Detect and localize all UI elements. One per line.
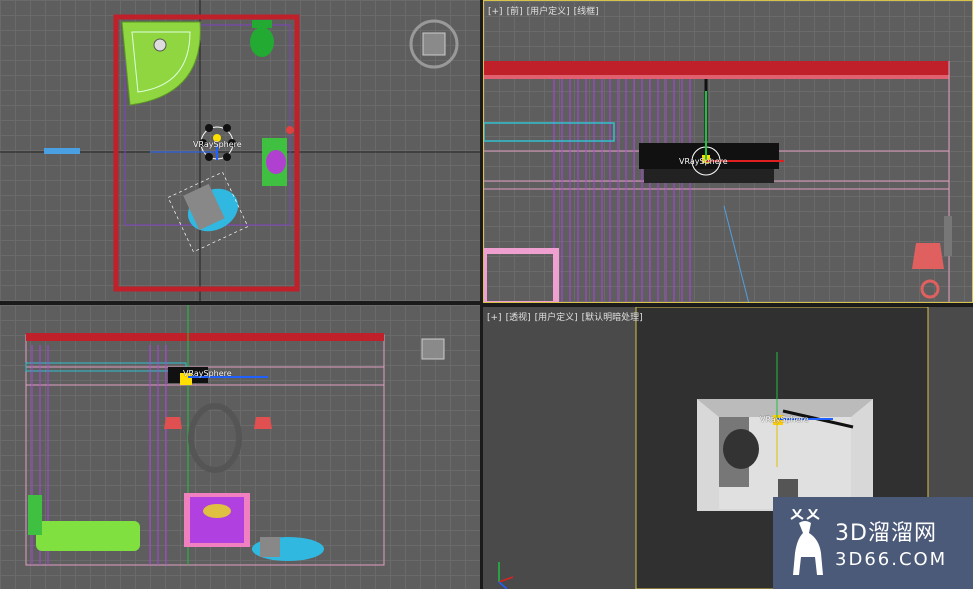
bathtub-left [28, 495, 140, 551]
viewport-left[interactable]: VRaySphere [0, 305, 480, 589]
viewport-left-scene [25, 305, 445, 566]
vanity-left [184, 493, 250, 547]
viewcube-top [409, 19, 459, 69]
viewcube-left [421, 338, 445, 360]
basin-shape [266, 150, 286, 174]
vp-menu-view[interactable]: [透视] [506, 313, 531, 323]
viewport-top[interactable]: VRaySphere [0, 0, 480, 301]
vp-menu-shading[interactable]: [线框] [574, 7, 599, 17]
bathtub-shape [121, 21, 201, 106]
vp-menu-shading[interactable]: [默认明暗处理] [582, 313, 643, 323]
vraysphere-label: VRaySphere [760, 415, 809, 424]
viewport-front-label[interactable]: [+] [前] [用户定义] [线框] [488, 4, 603, 17]
brand-name: 3D溜溜网 [835, 521, 937, 546]
wall-lamp-front [912, 216, 952, 299]
viewport-perspective-label[interactable]: [+] [透视] [用户定义] [默认明暗处理] [487, 310, 647, 323]
vp-menu-view[interactable]: [前] [507, 7, 523, 17]
vp-menu-custom[interactable]: [用户定义] [527, 7, 570, 17]
vraysphere-label: VRaySphere [679, 157, 728, 166]
viewport-front-scene [484, 61, 952, 302]
brand-url: 3D66.COM [835, 549, 948, 570]
ceiling-bar-left [26, 333, 384, 341]
chandelier-front [639, 79, 779, 183]
chair-left [252, 537, 324, 561]
vp-menu-custom[interactable]: [用户定义] [535, 313, 578, 323]
vraysphere-label: VRaySphere [193, 140, 242, 149]
viewport-front[interactable]: [+] [前] [用户定义] [线框] VRaySphere [483, 0, 973, 303]
viewport-top-scene [0, 0, 480, 301]
watermark-logo: 3D溜溜网 3D66.COM [773, 497, 973, 589]
vp-menu-plus[interactable]: [+] [488, 7, 503, 17]
ceiling-bar [484, 61, 949, 75]
vp-menu-plus[interactable]: [+] [487, 313, 502, 323]
deer-icon [790, 509, 823, 575]
toilet-shape [250, 27, 274, 57]
vraysphere-label: VRaySphere [183, 369, 232, 378]
chair-top [167, 171, 249, 253]
mirror-oval [188, 403, 242, 473]
